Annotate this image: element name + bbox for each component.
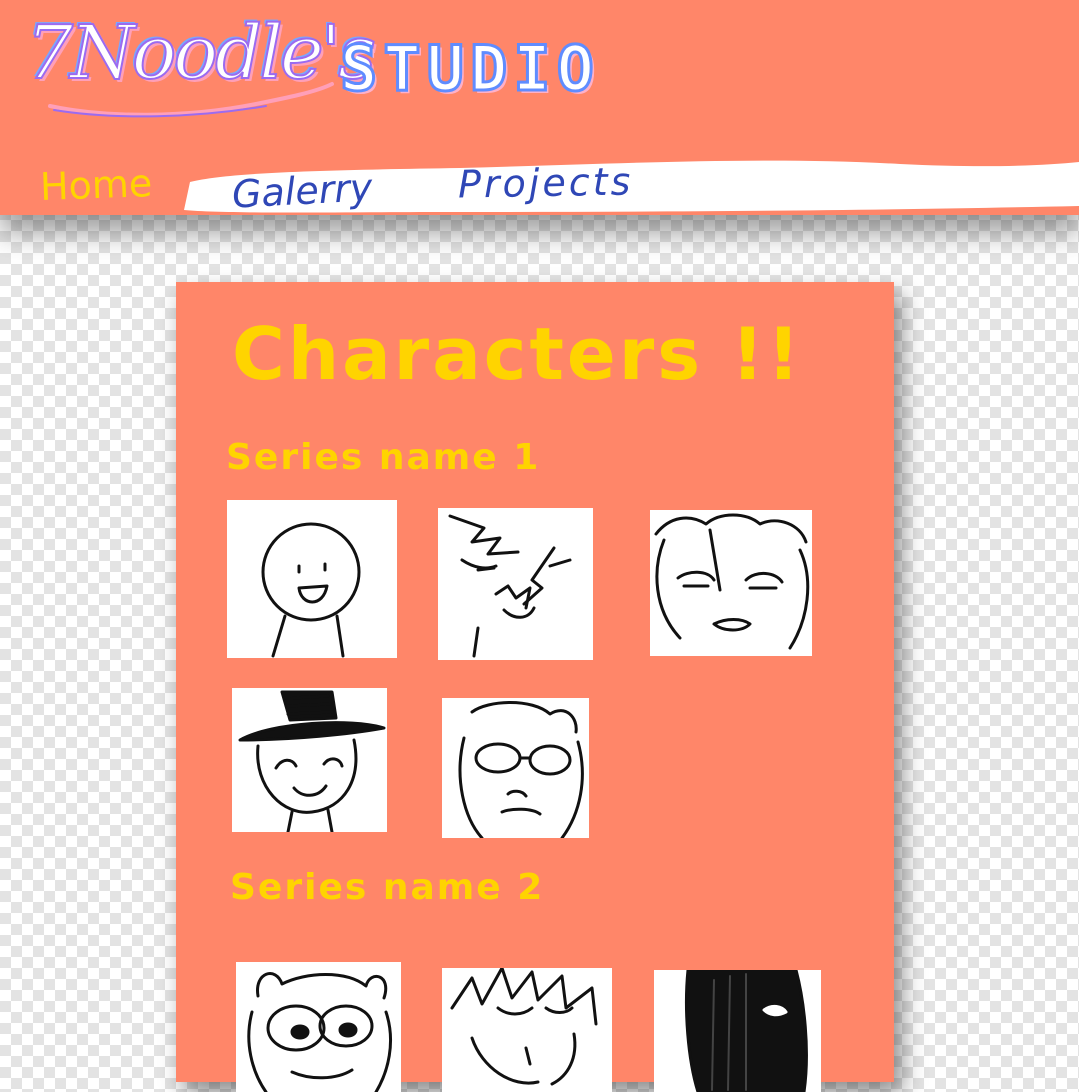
top-hat-character-sketch-icon [238,690,386,832]
character-thumbnail[interactable] [227,500,397,658]
character-thumbnail[interactable] [232,688,387,832]
logo-studio-text: STUDIO [339,32,600,105]
character-thumbnail[interactable] [442,968,612,1092]
round-eyes-character-sketch-icon [247,972,393,1092]
nav-gallery-link[interactable]: Galerry [231,165,374,216]
site-header: 7Noodle's STUDIO Home Galerry Projects [0,0,1079,217]
character-thumbnail[interactable] [654,970,821,1092]
character-thumbnail[interactable] [438,508,593,660]
character-thumbnail[interactable] [442,698,589,838]
logo-swoosh [48,82,334,118]
fluffy-hair-tired-sketch-icon [654,513,810,650]
series-1-title: Series name 1 [226,437,541,478]
glasses-character-sketch-icon [458,701,584,838]
messy-hair-character-sketch-icon [450,968,598,1086]
nav-projects-link[interactable]: Projects [458,159,634,206]
nav-home-link[interactable]: Home [39,161,153,209]
character-thumbnail[interactable] [236,962,401,1092]
characters-panel: Characters !! Series name 1 Series name … [176,282,894,1092]
long-black-hair-character-sketch-icon [684,970,808,1092]
character-thumbnail[interactable] [650,510,812,656]
site-logo[interactable]: 7Noodle's STUDIO [22,14,662,124]
series-2-title: Series name 2 [230,867,545,908]
spiky-hair-angry-sketch-icon [448,514,572,658]
smiling-face-sketch-icon [261,522,361,658]
page-title: Characters !! [232,312,803,396]
